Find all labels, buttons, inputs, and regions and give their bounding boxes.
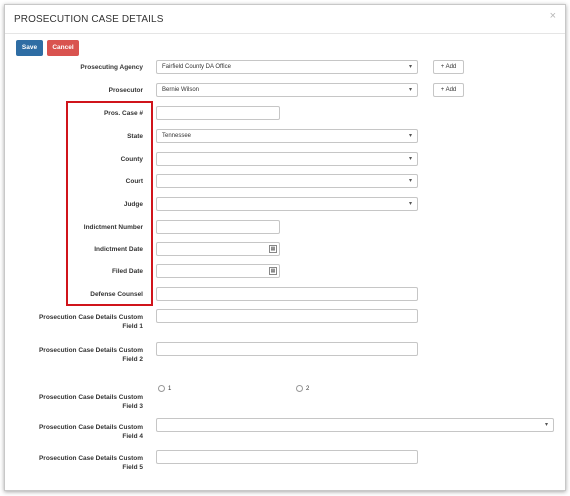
prosecuting-agency-label: Prosecuting Agency xyxy=(80,64,143,71)
option-1-label: 1 xyxy=(168,386,172,393)
modal-header: PROSECUTION CASE DETAILS × xyxy=(5,5,565,34)
add-agency-button[interactable]: + Add xyxy=(433,60,464,74)
custom-field-3-option-1[interactable]: 1 xyxy=(158,385,171,392)
custom-field-5-input[interactable] xyxy=(156,450,418,464)
option-2-label: 2 xyxy=(306,386,310,393)
indictment-date-input[interactable]: ▦ xyxy=(156,242,280,256)
custom-field-2-input[interactable] xyxy=(156,342,418,356)
county-select[interactable]: ▾ xyxy=(156,152,418,166)
prosecuting-agency-value: Fairfield County DA Office xyxy=(162,64,231,70)
prosecutor-label: Prosecutor xyxy=(108,87,143,94)
cancel-button[interactable]: Cancel xyxy=(47,40,79,56)
save-button[interactable]: Save xyxy=(16,40,43,56)
custom-field-4-label: Prosecution Case Details Custom Field 4 xyxy=(38,424,143,440)
prosecuting-agency-select[interactable]: Fairfield County DA Office ▾ xyxy=(156,60,418,74)
highlight-box xyxy=(66,101,153,306)
state-value: Tennessee xyxy=(162,133,192,139)
filed-date-input[interactable]: ▦ xyxy=(156,264,280,278)
chevron-down-icon: ▾ xyxy=(408,87,412,93)
close-icon[interactable]: × xyxy=(550,10,556,22)
court-select[interactable]: ▾ xyxy=(156,174,418,188)
judge-select[interactable]: ▾ xyxy=(156,197,418,211)
radio-icon[interactable] xyxy=(158,385,165,392)
prosecutor-select[interactable]: Bernie Wilson ▾ xyxy=(156,83,418,97)
custom-field-2-label: Prosecution Case Details Custom Field 2 xyxy=(38,347,143,363)
state-select[interactable]: Tennessee ▾ xyxy=(156,129,418,143)
chevron-down-icon: ▾ xyxy=(408,201,412,207)
chevron-down-icon: ▾ xyxy=(408,64,412,70)
custom-field-1-input[interactable] xyxy=(156,309,418,323)
indictment-number-input[interactable] xyxy=(156,220,280,234)
add-prosecutor-button[interactable]: + Add xyxy=(433,83,464,97)
prosecution-case-details-modal: PROSECUTION CASE DETAILS × Save Cancel P… xyxy=(4,4,566,491)
chevron-down-icon: ▾ xyxy=(408,133,412,139)
custom-field-3-label: Prosecution Case Details Custom Field 3 xyxy=(38,394,143,410)
custom-field-1-label: Prosecution Case Details Custom Field 1 xyxy=(38,314,143,330)
custom-field-3-option-2[interactable]: 2 xyxy=(296,385,309,392)
modal-title: PROSECUTION CASE DETAILS xyxy=(14,14,164,25)
custom-field-5-label: Prosecution Case Details Custom Field 5 xyxy=(38,455,143,471)
calendar-icon[interactable]: ▦ xyxy=(269,245,277,253)
case-number-input[interactable] xyxy=(156,106,280,120)
calendar-icon[interactable]: ▦ xyxy=(269,267,277,275)
radio-icon[interactable] xyxy=(296,385,303,392)
prosecutor-value: Bernie Wilson xyxy=(162,87,200,93)
chevron-down-icon: ▾ xyxy=(408,178,412,184)
custom-field-4-select[interactable]: ▾ xyxy=(156,418,554,432)
chevron-down-icon: ▾ xyxy=(408,156,412,162)
defense-counsel-input[interactable] xyxy=(156,287,418,301)
chevron-down-icon: ▾ xyxy=(544,422,548,428)
